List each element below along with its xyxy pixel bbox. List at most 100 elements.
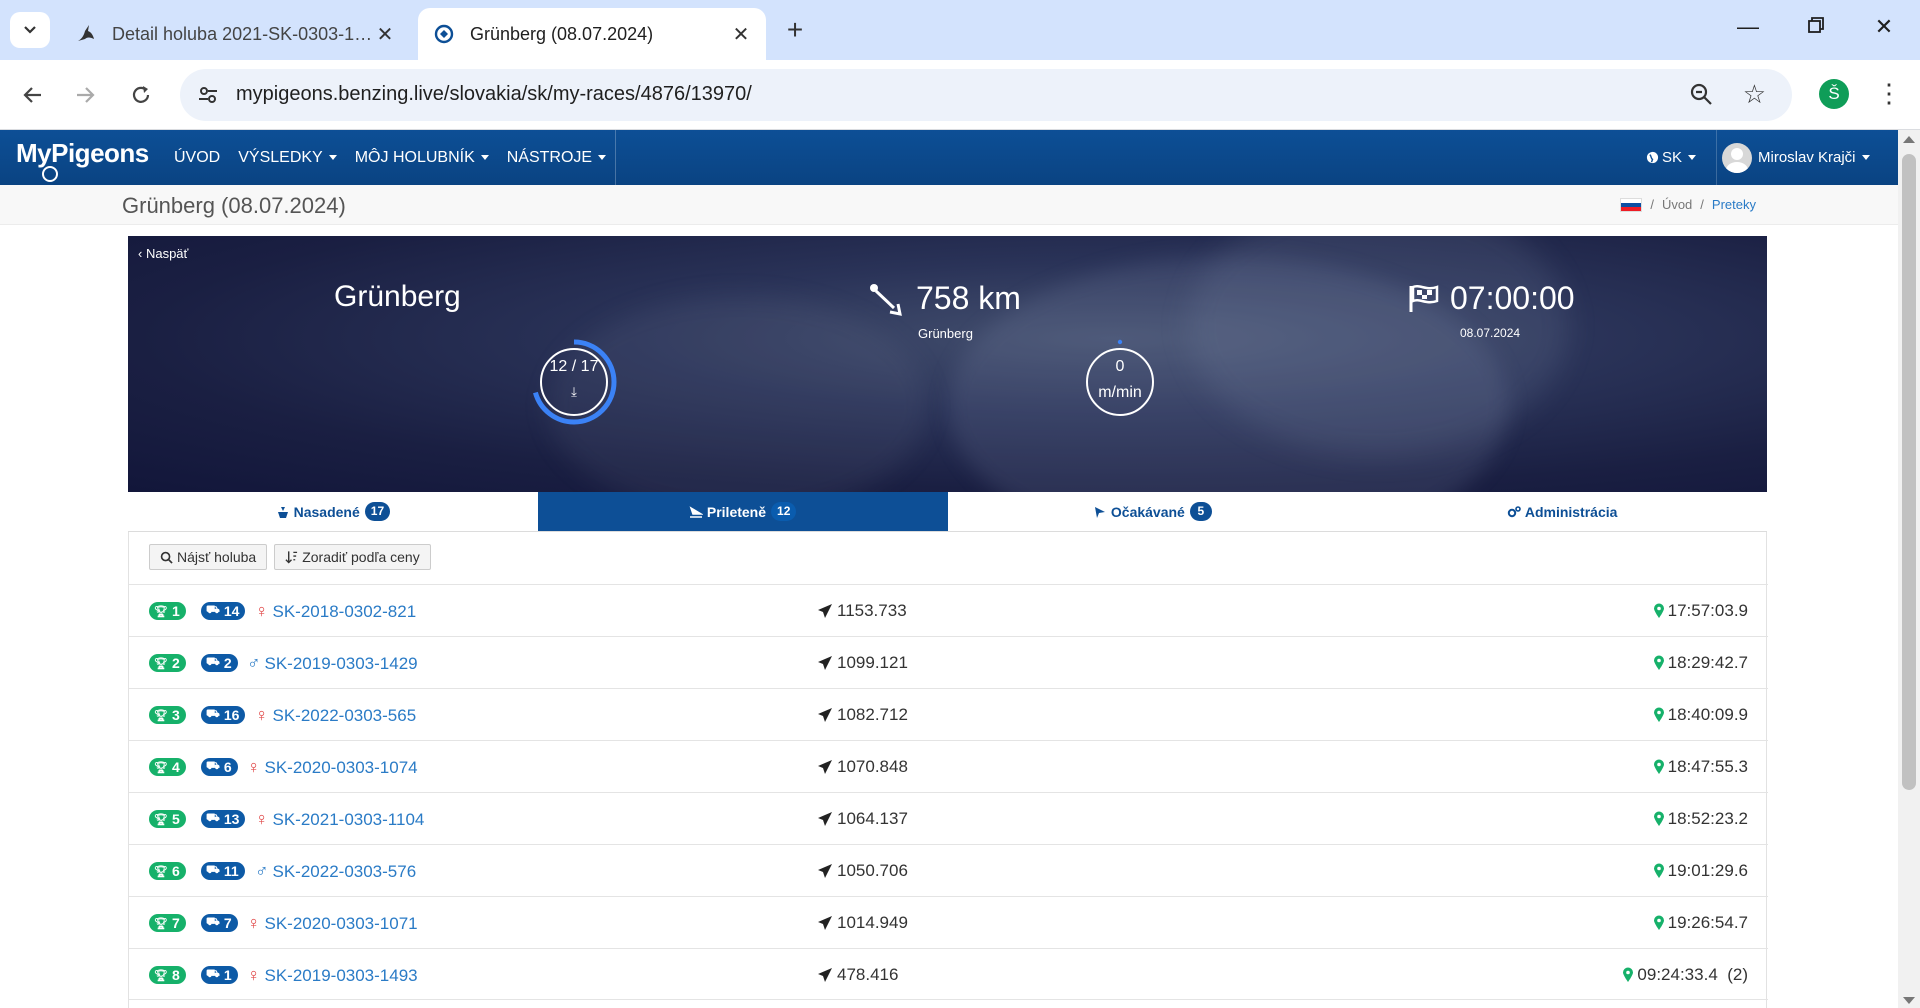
basket-badge: ⛟ 14 bbox=[201, 602, 246, 620]
sort-icon bbox=[285, 551, 298, 564]
map-marker-icon bbox=[1653, 655, 1664, 670]
pigeon-ring-link[interactable]: ♀ SK-2022-0303-565 bbox=[255, 705, 416, 726]
browser-tab[interactable]: Detail holuba 2021-SK-0303-1207 ✕ bbox=[60, 8, 410, 60]
browser-tab-active[interactable]: Grünberg (08.07.2024) ✕ bbox=[418, 8, 766, 60]
user-menu[interactable]: Miroslav Krajči bbox=[1716, 130, 1870, 185]
user-name: Miroslav Krajči bbox=[1758, 149, 1856, 166]
speed-unit: m/min bbox=[1098, 384, 1142, 401]
tab-count-badge: 5 bbox=[1189, 502, 1212, 521]
language-switcher[interactable]: SK bbox=[1646, 130, 1697, 185]
new-tab-button[interactable]: + bbox=[780, 14, 810, 46]
mypigeons-favicon-icon bbox=[432, 22, 456, 46]
pigeon-ring-link[interactable]: ♂ SK-2022-0303-576 bbox=[255, 861, 416, 882]
pigeon-ring-link[interactable]: ♀ SK-2020-0303-1074 bbox=[247, 757, 418, 778]
address-bar[interactable]: mypigeons.benzing.live/slovakia/sk/my-ra… bbox=[180, 69, 1792, 121]
landing-icon: ⤓ bbox=[571, 384, 577, 399]
breadcrumb-preteky[interactable]: Preteky bbox=[1712, 197, 1756, 212]
close-icon[interactable]: ✕ bbox=[374, 22, 396, 47]
basket-badge: ⛟ 1 bbox=[201, 966, 238, 984]
zoom-icon[interactable] bbox=[1688, 81, 1716, 109]
tab-search-button[interactable] bbox=[10, 12, 50, 48]
checkered-flag-icon bbox=[1409, 284, 1439, 312]
bookmark-star-icon[interactable]: ☆ bbox=[1743, 79, 1766, 110]
speed-gauge: 0 m/min bbox=[1072, 334, 1168, 430]
arrival-time: 18:29:42.7 bbox=[1667, 653, 1748, 672]
window-close-icon[interactable]: ✕ bbox=[1864, 14, 1904, 40]
basket-value: 11 bbox=[223, 863, 239, 879]
button-label: Nájsť holuba bbox=[177, 549, 257, 565]
truck-icon: ⛟ bbox=[206, 864, 220, 876]
trophy-icon: 🏆︎ bbox=[154, 813, 168, 826]
tab-title: Detail holuba 2021-SK-0303-1207 bbox=[112, 23, 374, 44]
plane-icon bbox=[818, 864, 832, 878]
rank-badge: 🏆︎ 4 bbox=[149, 758, 186, 776]
plane-icon bbox=[818, 812, 832, 826]
back-arrow-icon[interactable] bbox=[16, 78, 50, 112]
caret-down-icon bbox=[1688, 155, 1697, 160]
tab-nasadene[interactable]: Nasadené 17 bbox=[128, 492, 538, 531]
landing-icon bbox=[689, 505, 703, 518]
male-icon: ♂ bbox=[255, 861, 269, 881]
browser-menu-icon[interactable]: ⋮ bbox=[1876, 78, 1902, 109]
menu-label: ÚVOD bbox=[174, 148, 221, 166]
pigeon-ring-link[interactable]: ♀ SK-2020-0303-1071 bbox=[247, 913, 418, 934]
plane-icon bbox=[818, 656, 832, 670]
rank-badge: 🏆︎ 5 bbox=[149, 810, 186, 828]
speed-cell: 1153.733 bbox=[817, 601, 907, 621]
tab-ocakavane[interactable]: Očakávané 5 bbox=[948, 492, 1358, 531]
trophy-icon: 🏆︎ bbox=[154, 657, 168, 670]
pigeon-ring-link[interactable]: ♀ SK-2021-0303-1104 bbox=[255, 809, 424, 830]
back-label: Naspäť bbox=[145, 246, 189, 261]
scroll-up-arrow-icon[interactable] bbox=[1903, 136, 1915, 143]
page-viewport: MyPigeons ÚVOD VÝSLEDKY MÔJ HOLUBNÍK NÁS… bbox=[0, 130, 1898, 1008]
breadcrumb-uvod[interactable]: Úvod bbox=[1662, 197, 1692, 212]
close-icon[interactable]: ✕ bbox=[730, 22, 752, 47]
browser-toolbar: mypigeons.benzing.live/slovakia/sk/my-ra… bbox=[0, 60, 1920, 130]
ring-number: SK-2019-0303-1493 bbox=[264, 965, 418, 985]
basket-badge: ⛟ 2 bbox=[201, 654, 238, 672]
arrival-time-cell: 18:29:42.7 bbox=[1653, 653, 1748, 673]
pigeon-ring-link[interactable]: ♂ SK-2019-0303-1429 bbox=[247, 653, 418, 674]
scroll-down-arrow-icon[interactable] bbox=[1903, 997, 1915, 1004]
menu-nastroje[interactable]: NÁSTROJE bbox=[498, 130, 617, 185]
basket-value: 6 bbox=[223, 759, 232, 775]
restore-icon[interactable] bbox=[1796, 14, 1836, 40]
pigeon-ring-link[interactable]: ♀ SK-2018-0302-821 bbox=[255, 601, 416, 622]
forward-arrow-icon[interactable] bbox=[68, 78, 102, 112]
tab-priletene[interactable]: Prileteně 12 bbox=[537, 492, 948, 531]
tab-label: Nasadené bbox=[293, 503, 360, 520]
reload-icon[interactable] bbox=[124, 78, 158, 112]
language-label: SK bbox=[1662, 149, 1683, 166]
menu-vysledky[interactable]: VÝSLEDKY bbox=[229, 130, 345, 185]
site-settings-icon[interactable] bbox=[196, 83, 220, 107]
menu-uvod[interactable]: ÚVOD bbox=[165, 130, 229, 185]
page-scrollbar[interactable] bbox=[1898, 130, 1920, 1008]
rank-badge: 🏆︎ 2 bbox=[149, 654, 186, 672]
result-row: 🏆︎ 2 ⛟ 2 ♂ SK-2019-0303-1429 1099.121 18:29:42.… bbox=[129, 636, 1768, 688]
male-icon: ♂ bbox=[247, 653, 261, 673]
user-avatar bbox=[1722, 142, 1752, 173]
arrival-time: 18:40:09.9 bbox=[1667, 705, 1748, 724]
tab-administracia[interactable]: Administrácia bbox=[1357, 492, 1767, 531]
menu-moj-holubnik[interactable]: MÔJ HOLUBNÍK bbox=[346, 130, 498, 185]
mypigeons-logo[interactable]: MyPigeons bbox=[16, 138, 149, 182]
result-row: 🏆︎ 3 ⛟ 16 ♀ SK-2022-0303-565 1082.712 18:40:09.… bbox=[129, 688, 1768, 740]
ring-number: SK-2020-0303-1071 bbox=[264, 913, 418, 933]
map-marker-icon bbox=[1623, 967, 1634, 982]
trophy-icon: 🏆︎ bbox=[154, 761, 168, 774]
rank-value: 7 bbox=[171, 915, 180, 931]
pigeon-favicon-icon bbox=[74, 22, 98, 46]
profile-avatar[interactable]: Š bbox=[1819, 79, 1849, 109]
rank-badge: 🏆︎ 1 bbox=[149, 602, 186, 620]
minimize-icon[interactable]: — bbox=[1728, 14, 1768, 40]
sort-by-price-button[interactable]: Zoradiť podľa ceny bbox=[274, 544, 431, 570]
rank-value: 3 bbox=[171, 707, 180, 723]
rank-badge: 🏆︎ 8 bbox=[149, 966, 186, 984]
pigeon-ring-link[interactable]: ♀ SK-2019-0303-1493 bbox=[247, 965, 418, 986]
map-marker-icon bbox=[1653, 603, 1664, 618]
back-link[interactable]: ‹ Naspäť bbox=[138, 246, 188, 261]
scrollbar-thumb[interactable] bbox=[1902, 154, 1916, 790]
arrival-time: 19:26:54.7 bbox=[1667, 913, 1748, 932]
rank-value: 4 bbox=[171, 759, 180, 775]
find-pigeon-button[interactable]: Nájsť holuba bbox=[149, 544, 268, 570]
